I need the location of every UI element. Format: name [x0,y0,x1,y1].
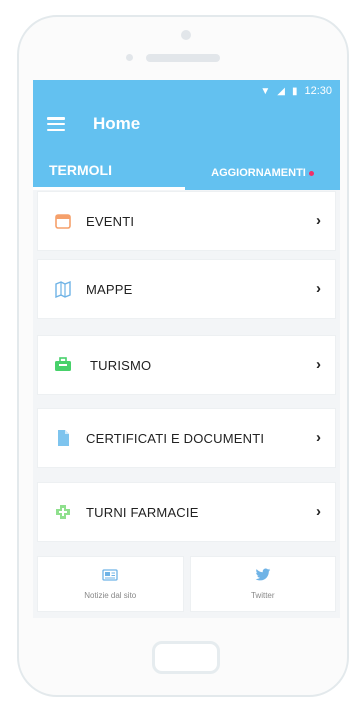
wifi-icon: ▼ [260,85,271,97]
tab-label: AGGIORNAMENTI [211,167,306,179]
proximity-sensor [126,54,133,61]
menu-item-label: TURNI FARMACIE [86,504,199,520]
twitter-card-label: Twitter [250,591,275,600]
tab-aggiornamenti[interactable]: AGGIORNAMENTI [185,152,340,190]
chevron-right-icon: › [316,212,321,229]
chevron-right-icon: › [316,429,321,446]
twitter-card[interactable]: Twitter [189,556,336,612]
menu-item-label: MAPPE [86,281,133,297]
status-bar: ▼ ◢ ▮ 12:30 [260,83,332,99]
calendar-icon [52,212,74,230]
menu-item-label: CERTIFICATI E DOCUMENTI [86,430,265,446]
earpiece-speaker [146,54,220,62]
battery-icon: ▮ [291,85,298,97]
hamburger-menu-icon[interactable] [47,117,65,131]
chevron-right-icon: › [316,503,321,520]
news-card-label: Notizie dal sito [84,591,137,600]
map-icon [52,280,74,298]
menu-item-certificati[interactable]: CERTIFICATI E DOCUMENTI › [37,408,336,468]
toolbar: Home [33,106,340,142]
tab-bar: TERMOLI AGGIORNAMENTI [33,152,340,190]
newspaper-icon [102,568,118,587]
menu-item-turni-farmacie[interactable]: TURNI FARMACIE › [37,482,336,542]
menu-item-label: TURISMO [90,357,152,373]
page-title: Home [93,114,141,133]
chevron-right-icon: › [316,280,321,297]
menu-item-turismo[interactable]: TURISMO › [37,335,336,395]
notification-dot [308,170,314,176]
document-icon [52,429,74,447]
suitcase-icon [52,356,74,374]
news-card[interactable]: Notizie dal sito [37,556,184,612]
menu-item-eventi[interactable]: EVENTI › [37,191,336,251]
home-button[interactable] [152,641,220,674]
bottom-cards: Notizie dal sito Twitter [37,556,336,612]
status-time: 12:30 [304,85,332,97]
app-screen: ▼ ◢ ▮ 12:30 Home TERMOLI AGGIORNAMENTI E… [33,80,340,618]
tab-termoli[interactable]: TERMOLI [33,152,185,190]
menu-item-mappe[interactable]: MAPPE › [37,259,336,319]
menu-item-label: EVENTI [86,213,135,229]
pharmacy-cross-icon [52,503,74,521]
chevron-right-icon: › [316,356,321,373]
app-bar: ▼ ◢ ▮ 12:30 Home TERMOLI AGGIORNAMENTI [33,80,340,190]
tab-label: TERMOLI [49,161,112,178]
front-camera [181,30,191,40]
twitter-bird-icon [255,568,271,587]
signal-icon: ◢ [277,85,285,97]
